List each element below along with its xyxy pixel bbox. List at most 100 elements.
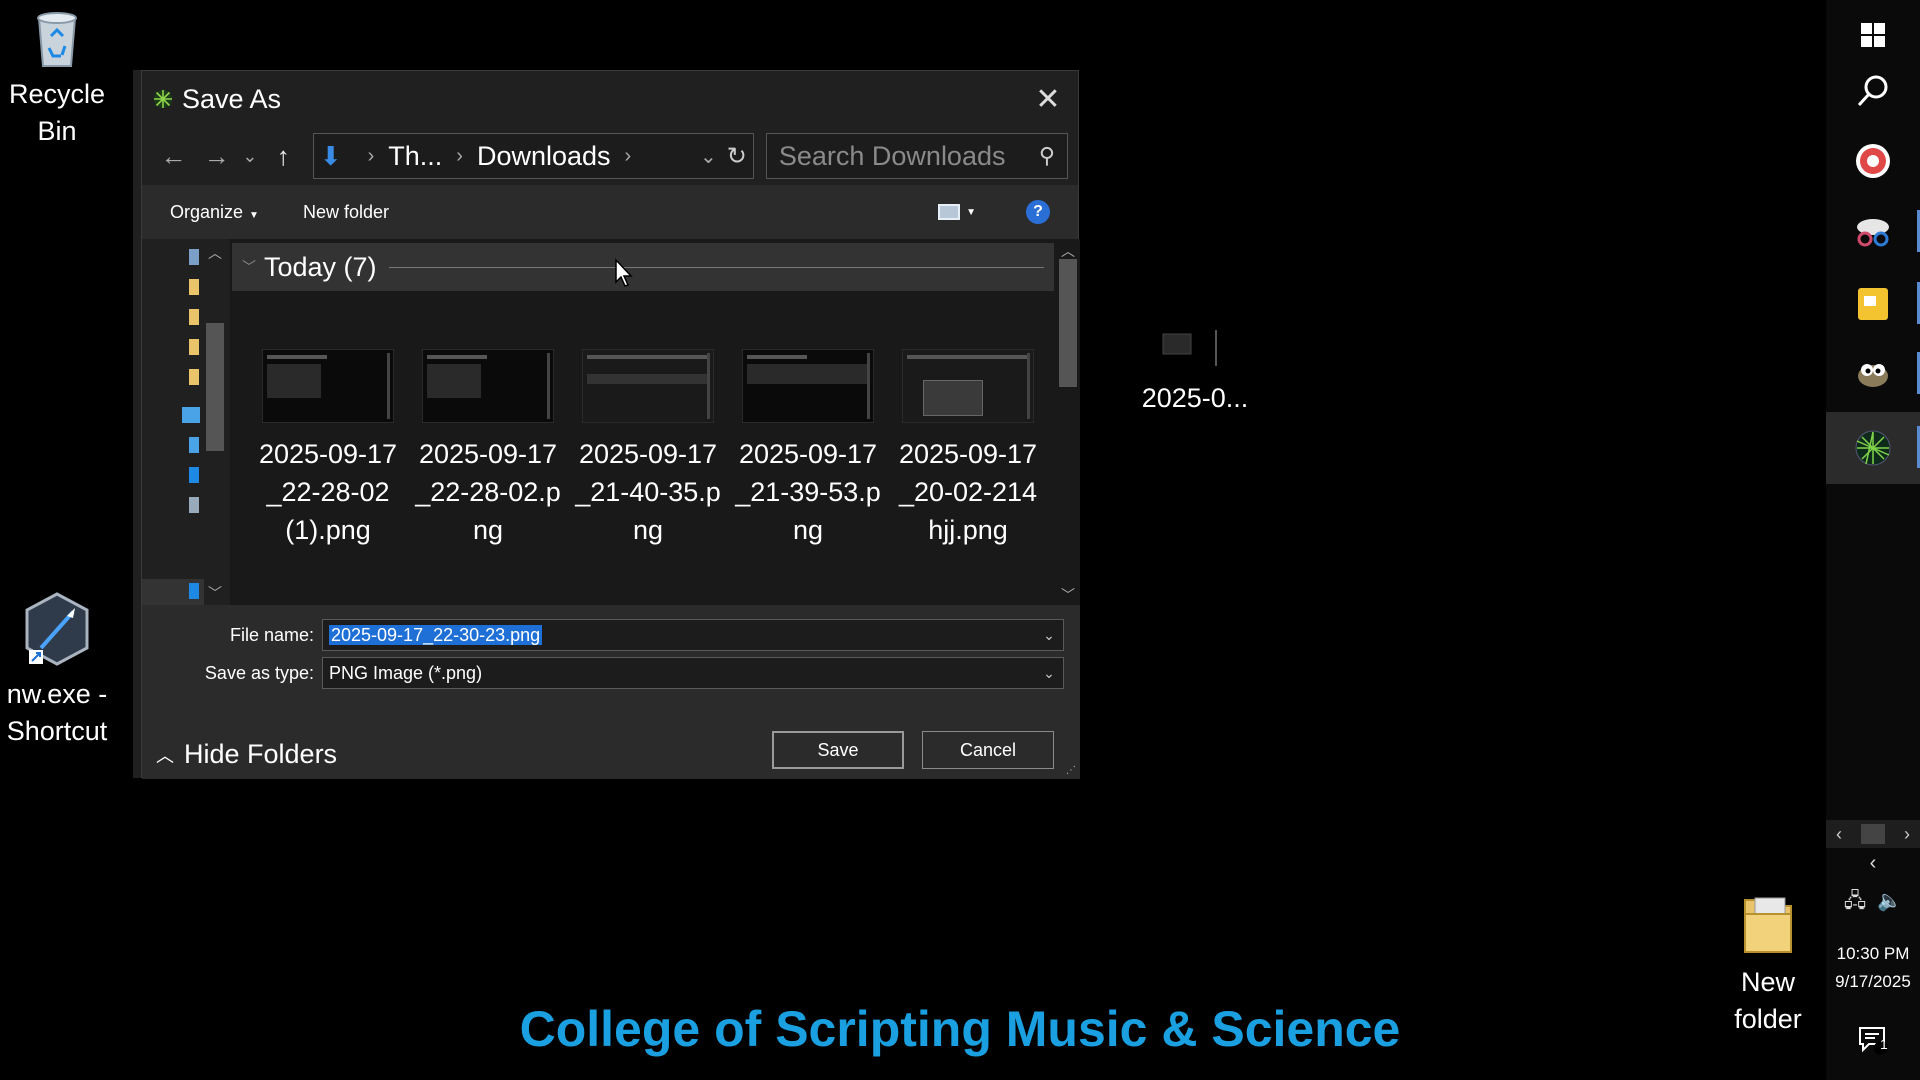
file-thumbnail: [902, 349, 1034, 423]
file-thumbnail: [582, 349, 714, 423]
nw-app-icon: [25, 592, 89, 666]
file-item[interactable]: 2025-09-17_22-28-02.png: [414, 349, 562, 549]
taskbar-app-active[interactable]: [1826, 412, 1920, 484]
taskbar-app-2[interactable]: [1826, 196, 1920, 266]
tray-scrollbar[interactable]: ‹ ›: [1826, 820, 1920, 848]
file-item[interactable]: 2025-09-17_20-02-214hjj.png: [894, 349, 1042, 549]
recycle-bin-shortcut[interactable]: Recycle Bin: [0, 8, 114, 150]
command-bar: Organize ▼ New folder ▼ ?: [142, 185, 1078, 239]
close-button[interactable]: ✕: [1018, 71, 1078, 127]
dialog-footer: File name: 2025-09-17_22-30-23.png ⌄ Sav…: [142, 605, 1080, 779]
scroll-up-icon[interactable]: ︿: [1056, 241, 1080, 261]
address-bar[interactable]: ⬇ › Th... › Downloads › ⌄ ↻: [312, 133, 754, 179]
file-item[interactable]: 2025-09-17_22-28-02 (1).png: [254, 349, 402, 549]
address-dropdown-icon[interactable]: ⌄: [700, 144, 717, 169]
search-taskbar-button[interactable]: [1826, 56, 1920, 126]
file-thumbnail: [262, 349, 394, 423]
breadcrumb-downloads[interactable]: Downloads: [477, 141, 611, 172]
refresh-icon[interactable]: ↻: [727, 142, 747, 171]
folder-nav-icon[interactable]: [189, 309, 199, 325]
forward-arrow-icon: →: [203, 140, 230, 171]
caret-down-icon: ▼: [966, 206, 976, 218]
group-header[interactable]: ﹀ Today (7): [232, 243, 1054, 291]
file-item[interactable]: 2025-09-17_21-39-53.png: [734, 349, 882, 549]
hide-folders-button[interactable]: ︿ Hide Folders: [156, 739, 337, 770]
resize-grip-icon[interactable]: ⋰: [1066, 765, 1078, 777]
scrollbar-thumb[interactable]: [1059, 259, 1077, 387]
breadcrumb-chevron-icon: ›: [456, 144, 463, 167]
new-folder-button[interactable]: New folder: [303, 202, 389, 223]
help-button[interactable]: ?: [1026, 200, 1050, 224]
organize-button[interactable]: Organize ▼: [170, 202, 259, 223]
save-type-value: PNG Image (*.png): [329, 662, 483, 683]
hide-folders-label: Hide Folders: [184, 739, 338, 769]
file-thumbnail: [422, 349, 554, 423]
nav-scroll-up-icon[interactable]: ︿: [205, 243, 225, 263]
recent-locations-button[interactable]: ⌄: [238, 134, 262, 178]
folder-nav-icon[interactable]: [189, 339, 199, 355]
desktop-file[interactable]: 2025-0...: [1130, 326, 1260, 417]
file-name-label: 2025-09-17_22-28-02.png: [415, 439, 561, 545]
file-name-input[interactable]: 2025-09-17_22-30-23.png ⌄: [322, 619, 1064, 651]
breadcrumb-chevron-icon: ›: [367, 144, 375, 167]
document-nav-icon[interactable]: [189, 497, 199, 513]
group-title: Today (7): [264, 251, 377, 282]
downloads-nav-icon[interactable]: [189, 583, 199, 599]
forward-button[interactable]: →: [195, 134, 238, 178]
save-as-dialog: Save As ✕ ← → ⌄ ↑ ⬇ › Th... › Downloads …: [141, 70, 1080, 779]
volume-icon[interactable]: 🔈: [1877, 890, 1902, 912]
file-name-label: 2025-09-17_21-40-35.png: [575, 439, 721, 545]
save-button[interactable]: Save: [772, 731, 904, 769]
drive-nav-icon[interactable]: [189, 437, 199, 453]
network-icon[interactable]: 🖧: [1844, 890, 1866, 912]
breadcrumb-this-pc[interactable]: Th...: [388, 141, 442, 172]
file-name-label: 2025-09-17_21-39-53.png: [735, 439, 881, 545]
college-banner: College of Scripting Music & Science: [519, 1001, 1401, 1057]
taskbar-app-4[interactable]: [1826, 338, 1920, 408]
nav-scroll-down-icon[interactable]: ﹀: [205, 583, 225, 603]
chevron-right-icon[interactable]: ›: [1904, 824, 1910, 845]
snipping-tool-icon: [1857, 219, 1889, 247]
drive-nav-icon[interactable]: [189, 467, 199, 483]
sticky-note-icon: [1858, 288, 1888, 320]
search-input[interactable]: [778, 140, 1039, 172]
folder-nav-icon[interactable]: [189, 279, 199, 295]
save-type-select[interactable]: PNG Image (*.png) ⌄: [322, 657, 1064, 689]
recycle-bin-icon: [37, 12, 77, 67]
dialog-titlebar[interactable]: Save As ✕: [142, 71, 1078, 127]
nw-exe-shortcut[interactable]: nw.exe - Shortcut: [0, 592, 114, 750]
nav-scrollbar-thumb[interactable]: [206, 323, 224, 451]
taskbar-app-3[interactable]: [1826, 268, 1920, 338]
scroll-down-icon[interactable]: ﹀: [1056, 585, 1080, 605]
back-button[interactable]: ←: [152, 134, 195, 178]
caret-down-icon: ▼: [249, 209, 259, 221]
this-pc-nav-icon[interactable]: [182, 407, 200, 423]
cancel-button[interactable]: Cancel: [922, 731, 1054, 769]
up-button[interactable]: ↑: [262, 134, 305, 178]
folder-icon: [1744, 897, 1792, 953]
desktop-nav-icon[interactable]: [189, 249, 199, 265]
chevron-up-icon: ︿: [156, 745, 174, 766]
red-circle-app-icon: [1856, 144, 1890, 178]
chevron-down-icon[interactable]: ⌄: [1035, 665, 1063, 682]
tray-scroll-thumb[interactable]: [1861, 824, 1885, 844]
back-arrow-icon: ←: [160, 140, 187, 171]
clock-time: 10:30 PM: [1836, 944, 1910, 963]
search-icon[interactable]: ⚲: [1039, 143, 1055, 169]
chevron-left-icon[interactable]: ‹: [1836, 824, 1842, 845]
chevron-left-icon: ‹: [1869, 852, 1877, 874]
image-file-icon: [1162, 330, 1217, 366]
nw-exe-shortcut-label: nw.exe - Shortcut: [6, 679, 108, 746]
taskbar-clock[interactable]: 10:30 PM 9/17/2025: [1826, 940, 1920, 996]
content-area: ︿ ﹀ ﹀ Today (7) 2025-09-17_22-28-02 (1).…: [142, 239, 1080, 605]
file-list-scrollbar[interactable]: ︿ ﹀: [1056, 239, 1080, 605]
folder-nav-icon[interactable]: [189, 369, 199, 385]
search-box: ⚲: [765, 133, 1068, 179]
chevron-down-icon[interactable]: ⌄: [1035, 627, 1063, 644]
taskbar-app-1[interactable]: [1826, 126, 1920, 196]
recycle-bin-label: Recycle Bin: [8, 79, 106, 146]
file-name-label: 2025-09-17_22-28-02 (1).png: [258, 439, 398, 545]
show-hidden-icons-button[interactable]: ‹: [1826, 852, 1920, 875]
file-item[interactable]: 2025-09-17_21-40-35.png: [574, 349, 722, 549]
change-view-button[interactable]: ▼: [938, 204, 976, 220]
